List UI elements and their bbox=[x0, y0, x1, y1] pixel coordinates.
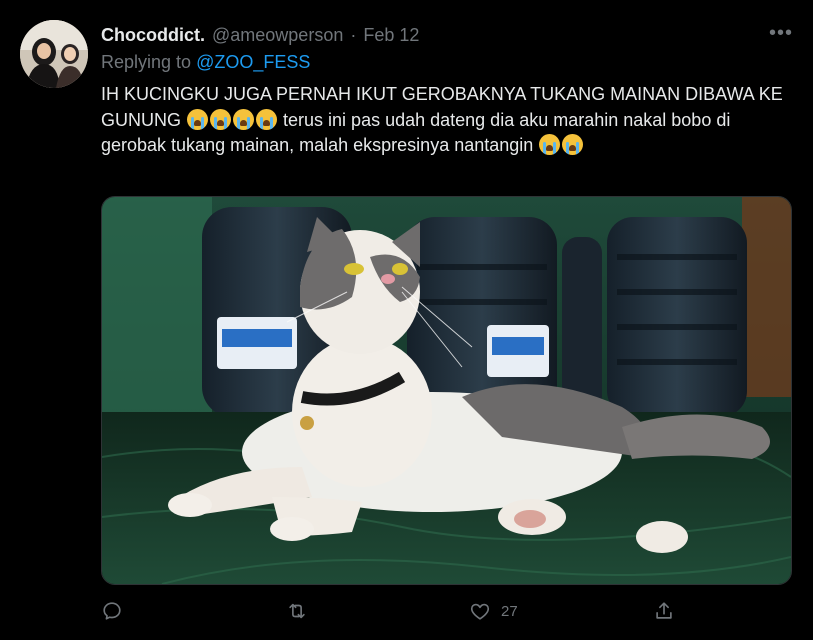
reply-context: Replying to @ZOO_FESS bbox=[101, 52, 310, 73]
reply-icon bbox=[103, 602, 121, 620]
display-name[interactable]: Chocoddict. bbox=[101, 25, 205, 46]
cat-photo-image bbox=[102, 197, 791, 584]
reply-to-link[interactable]: @ZOO_FESS bbox=[196, 52, 310, 72]
like-button[interactable]: 27 bbox=[469, 598, 518, 624]
retweet-icon bbox=[289, 603, 305, 619]
loudly-crying-face-icon bbox=[562, 134, 584, 155]
tweet-actions: 27 bbox=[101, 598, 701, 624]
tweet-photo[interactable] bbox=[101, 196, 792, 585]
avatar[interactable] bbox=[20, 20, 88, 88]
loudly-crying-face-icon bbox=[210, 108, 232, 130]
loudly-crying-face-icon bbox=[187, 108, 209, 130]
crying-emoji-group-2 bbox=[538, 134, 584, 155]
crying-emoji-group-1 bbox=[186, 108, 283, 130]
share-icon bbox=[656, 602, 672, 619]
tweet: Chocoddict. @ameowperson · Feb 12 ••• Re… bbox=[0, 0, 813, 640]
share-button[interactable] bbox=[653, 598, 675, 624]
loudly-crying-face-icon bbox=[539, 134, 561, 155]
loudly-crying-face-icon bbox=[233, 108, 255, 130]
reply-button[interactable] bbox=[101, 598, 123, 624]
reply-prefix: Replying to bbox=[101, 52, 192, 72]
avatar-image bbox=[20, 20, 88, 88]
tweet-header: Chocoddict. @ameowperson · Feb 12 bbox=[101, 24, 419, 46]
retweet-button[interactable] bbox=[285, 598, 309, 624]
separator-dot: · bbox=[350, 24, 357, 45]
loudly-crying-face-icon bbox=[256, 108, 278, 130]
heart-icon bbox=[470, 603, 490, 620]
like-count: 27 bbox=[501, 602, 518, 620]
user-handle[interactable]: @ameowperson bbox=[212, 25, 343, 46]
tweet-date[interactable]: Feb 12 bbox=[363, 25, 419, 46]
more-icon[interactable]: ••• bbox=[769, 22, 793, 45]
tweet-text: IH KUCINGKU JUGA PERNAH IKUT GEROBAKNYA … bbox=[101, 82, 791, 159]
